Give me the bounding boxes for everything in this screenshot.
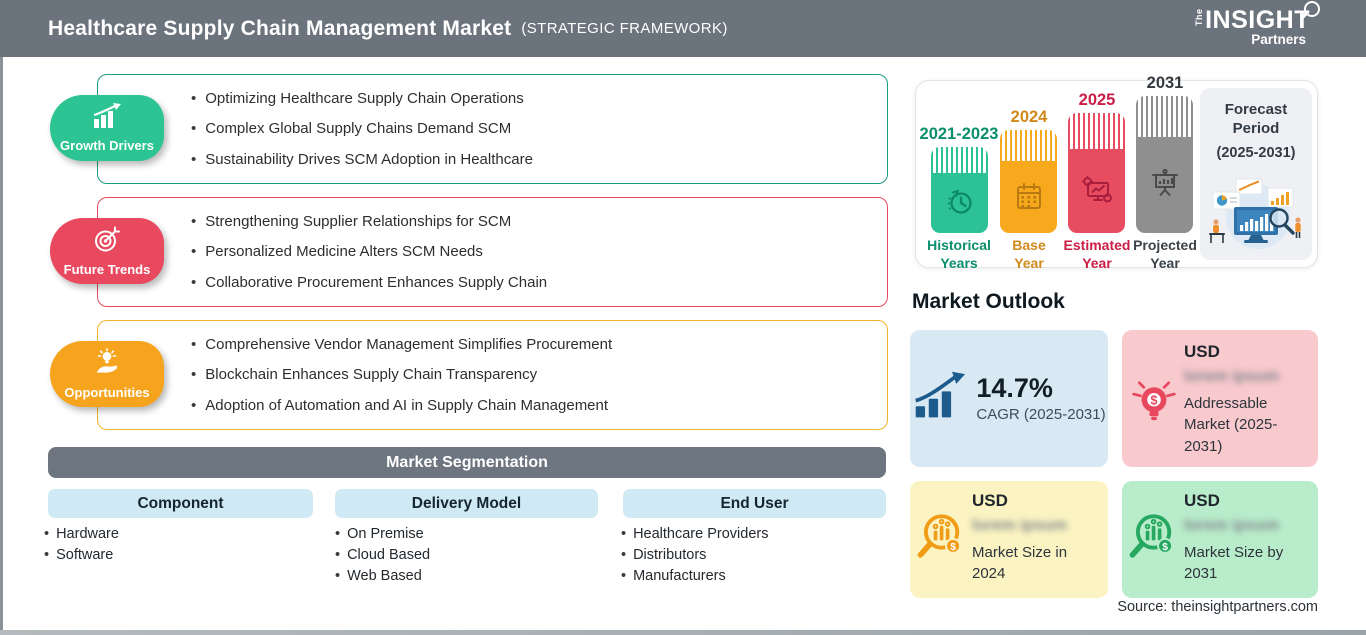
- cagr-card: 14.7% CAGR (2025-2031): [910, 330, 1108, 467]
- bulb-dollar-icon: $: [1130, 376, 1178, 433]
- opportunities-box: Comprehensive Vendor Management Simplifi…: [97, 320, 888, 430]
- cagr-label: CAGR (2025-2031): [976, 406, 1106, 424]
- calendar-icon: [1000, 160, 1057, 233]
- bar-stripes: [931, 147, 988, 173]
- segment-header-end-user: End User: [623, 489, 886, 518]
- list-item: Comprehensive Vendor Management Simplifi…: [191, 336, 867, 353]
- list-item: Adoption of Automation and AI in Supply …: [191, 397, 867, 414]
- card-description: Market Size by 2031: [1184, 544, 1284, 583]
- segment-header-component: Component: [48, 489, 313, 518]
- list-item: Sustainability Drives SCM Adoption in He…: [191, 151, 867, 168]
- svg-text:$: $: [1151, 393, 1158, 407]
- component-list: Hardware Software: [44, 524, 119, 566]
- estimated-year-bar: [1068, 113, 1125, 233]
- year-label: 2025: [1078, 91, 1116, 109]
- market-size-2024-card: $ USD lorem ipsum Market Size in 2024: [910, 481, 1108, 598]
- currency-label: USD: [1184, 491, 1220, 510]
- page-title: Healthcare Supply Chain Management Marke…: [48, 16, 512, 40]
- list-item: Hardware: [44, 524, 119, 545]
- bar-growth-arrow-icon: [912, 371, 966, 426]
- logo-the-text: The: [1194, 8, 1205, 26]
- base-year-bar: [1000, 130, 1057, 233]
- bar-stripes: [1068, 113, 1125, 149]
- company-logo: The INSIGHT Partners: [1174, 1, 1320, 47]
- list-item: Optimizing Healthcare Supply Chain Opera…: [191, 90, 867, 107]
- forecast-range: (2025-2031): [1216, 144, 1296, 161]
- blurred-value: lorem ipsum: [972, 517, 1068, 534]
- monitor-gear-icon: [1068, 149, 1125, 233]
- segment-header-delivery-model: Delivery Model: [335, 489, 598, 518]
- badge-label: Future Trends: [63, 262, 151, 278]
- historical-years-bar: [931, 147, 988, 233]
- growth-drivers-badge: Growth Drivers: [50, 95, 164, 161]
- clock-history-icon: [931, 172, 988, 233]
- blurred-value: lorem ipsum: [1184, 368, 1280, 385]
- svg-text:$: $: [950, 542, 956, 553]
- forecast-period-panel: Forecast Period (2025-2031): [1200, 88, 1312, 260]
- card-description: Addressable Market (2025-2031): [1184, 395, 1278, 455]
- hand-bulb-icon: [92, 348, 122, 382]
- forecast-line2: Period: [1232, 119, 1280, 137]
- list-item: Software: [44, 545, 119, 566]
- header-bar: Healthcare Supply Chain Management Marke…: [0, 0, 1366, 57]
- badge-label: Growth Drivers: [60, 138, 154, 154]
- badge-label: Opportunities: [64, 385, 150, 400]
- market-outlook-title: Market Outlook: [912, 290, 1065, 313]
- growth-drivers-list: Optimizing Healthcare Supply Chain Opera…: [98, 75, 887, 183]
- magnifier-icon: [1304, 1, 1320, 17]
- projected-year-label: Projected Year: [1133, 237, 1197, 271]
- logo-partners-text: Partners: [1251, 32, 1306, 47]
- magnifier-chart-icon: $: [915, 509, 973, 572]
- window-left-edge: [0, 57, 3, 630]
- cagr-value: 14.7%: [976, 372, 1053, 403]
- list-item: Distributors: [621, 545, 768, 566]
- source-attribution: Source: theinsightpartners.com: [1117, 599, 1318, 615]
- card-description: Market Size in 2024: [972, 544, 1068, 583]
- bar-stripes: [1136, 96, 1193, 138]
- currency-label: USD: [1184, 342, 1220, 361]
- list-item: Web Based: [335, 566, 430, 587]
- list-item: Collaborative Procurement Enhances Suppl…: [191, 274, 867, 291]
- list-item: Strengthening Supplier Relationships for…: [191, 213, 867, 230]
- magnifier-chart-icon: $: [1127, 509, 1185, 572]
- list-item: Cloud Based: [335, 545, 430, 566]
- end-user-list: Healthcare Providers Distributors Manufa…: [621, 524, 768, 587]
- infographic-page: Healthcare Supply Chain Management Marke…: [0, 0, 1366, 635]
- target-dart-icon: [92, 225, 122, 260]
- growth-drivers-box: Optimizing Healthcare Supply Chain Opera…: [97, 74, 888, 184]
- year-label: 2024: [1010, 108, 1048, 126]
- page-subtitle: (STRATEGIC FRAMEWORK): [521, 20, 728, 37]
- analysts-illustration: [1206, 175, 1306, 256]
- list-item: Personalized Medicine Alters SCM Needs: [191, 243, 867, 260]
- logo-insight-text: INSIGHT: [1205, 5, 1310, 34]
- list-item: Complex Global Supply Chains Demand SCM: [191, 120, 867, 137]
- addressable-market-card: $ USD lorem ipsum Addressable Market (20…: [1122, 330, 1318, 467]
- list-item: Manufacturers: [621, 566, 768, 587]
- opportunities-list: Comprehensive Vendor Management Simplifi…: [98, 321, 887, 429]
- forecast-line1: Forecast: [1224, 101, 1288, 118]
- year-label: 2031: [1146, 74, 1184, 92]
- list-item: On Premise: [335, 524, 430, 545]
- projected-year-bar: [1136, 96, 1193, 233]
- list-item: Healthcare Providers: [621, 524, 768, 545]
- market-size-2031-card: $ USD lorem ipsum Market Size by 2031: [1122, 481, 1318, 598]
- opportunities-badge: Opportunities: [50, 341, 164, 407]
- currency-label: USD: [972, 491, 1008, 510]
- year-label: 2021-2023: [919, 125, 999, 143]
- delivery-model-list: On Premise Cloud Based Web Based: [335, 524, 430, 587]
- market-segmentation-bar: Market Segmentation: [48, 447, 886, 478]
- list-item: Blockchain Enhances Supply Chain Transpa…: [191, 366, 867, 383]
- future-trends-badge: Future Trends: [50, 218, 164, 284]
- future-trends-box: Strengthening Supplier Relationships for…: [97, 197, 888, 307]
- blurred-value: lorem ipsum: [1184, 517, 1280, 534]
- growth-chart-icon: [91, 102, 123, 135]
- svg-text:$: $: [1162, 542, 1168, 553]
- window-bottom-edge: [0, 630, 1366, 635]
- projector-screen-icon: [1136, 137, 1193, 233]
- bar-stripes: [1000, 130, 1057, 161]
- future-trends-list: Strengthening Supplier Relationships for…: [98, 198, 887, 306]
